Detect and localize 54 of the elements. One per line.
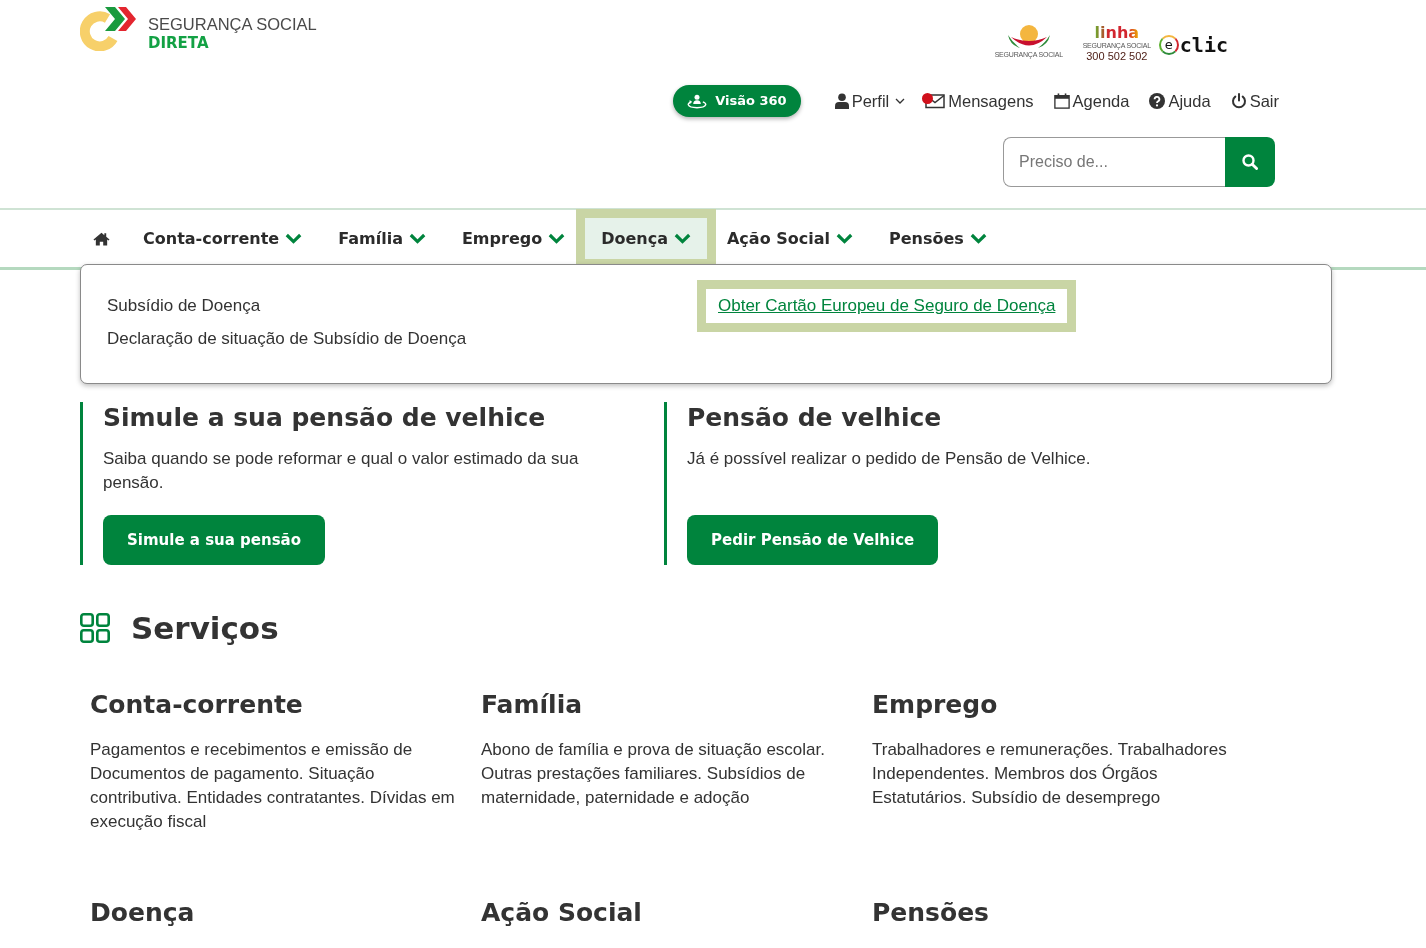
menu-tab[interactable]: Conta-corrente <box>127 218 319 259</box>
promo-text: Já é possível realizar o pedido de Pensão de Velhice. <box>687 448 1091 470</box>
menu-link[interactable]: Declaração de situação de Subsídio de Doença <box>107 322 467 355</box>
menu-tab[interactable]: Família <box>322 218 442 259</box>
logo-letter[interactable]: e <box>1158 34 1179 55</box>
service-title[interactable]: Pensões <box>872 896 1263 930</box>
service-description: Pagamentos e recebimentos e emissão de Documentos de pagamento. Situação contributiva. Entidades contratantes. Dívidas em execução fiscal <box>90 739 456 833</box>
promo-button[interactable]: Simule a sua pensão <box>103 515 326 565</box>
nav-link[interactable]: Perfil <box>834 88 906 114</box>
service-title[interactable]: Família <box>481 688 872 722</box>
menu-tab[interactable]: Pensões <box>873 218 1003 259</box>
calendar-icon <box>1053 93 1070 109</box>
service-title[interactable]: Conta-corrente <box>90 688 481 722</box>
chevron-down-icon <box>548 233 566 244</box>
chevron-down-icon <box>836 233 853 244</box>
power-icon <box>1230 93 1247 109</box>
chevron-down-icon <box>674 233 691 244</box>
service-title[interactable]: Emprego <box>872 688 1263 722</box>
menu-tab[interactable]: Ação Social <box>711 218 869 259</box>
service-title[interactable]: Ação Social <box>481 896 872 930</box>
help-icon <box>1149 93 1166 109</box>
user-icon <box>834 93 849 109</box>
grid-icon <box>80 613 110 643</box>
nav-link[interactable]: Ajuda <box>1149 88 1211 114</box>
phone-number: 300 502 502 <box>1086 50 1148 62</box>
nav-link[interactable]: Agenda <box>1053 88 1130 114</box>
brand-name: SEGURANÇA SOCIAL <box>148 15 317 34</box>
person-orbit-icon <box>687 93 708 109</box>
service-description: Abono de família e prova de situação escolar. Outras prestações familiares. Subsídios de maternidade, paternidade e adoção <box>481 739 826 809</box>
section-title: Serviços <box>131 609 279 647</box>
promo-text: Saiba quando se pode reformar e qual o valor estimado da sua pensão. <box>103 448 580 494</box>
logo-wordmark[interactable]: linha <box>1094 24 1140 41</box>
chevron-down-icon <box>285 233 303 244</box>
logo-icon[interactable] <box>80 5 136 51</box>
logout-link[interactable]: Sair <box>1230 88 1279 114</box>
menu-link[interactable]: Subsídio de Doença <box>107 289 261 322</box>
promo-title: Simule a sua pensão de velhice <box>103 402 546 434</box>
chevron-down-icon <box>408 233 426 244</box>
search-button[interactable] <box>1225 137 1275 187</box>
promo-title: Pensão de velhice <box>687 402 942 434</box>
chevron-down-icon <box>969 233 987 244</box>
brand-subtitle: DIRETA <box>148 34 210 52</box>
service-title[interactable]: Doença <box>90 896 481 930</box>
search-icon <box>1242 154 1258 170</box>
home-icon <box>93 231 110 246</box>
search-field[interactable]: Preciso de... <box>1003 137 1225 187</box>
promo-button[interactable]: Pedir Pensão de Velhice <box>687 515 939 565</box>
nav-link[interactable]: Mensagens <box>925 88 1034 114</box>
service-description: Trabalhadores e remunerações. Trabalhadores Independentes. Membros dos Órgãos Estatutários. Subsídio de desemprego <box>872 739 1228 809</box>
envelope-icon <box>925 93 946 109</box>
visao-360-button[interactable]: Visão 360 <box>673 85 801 117</box>
logo-wordmark[interactable]: clic <box>1179 34 1228 55</box>
emblem-icon[interactable] <box>1006 24 1051 50</box>
menu-tab[interactable]: Emprego <box>445 218 582 259</box>
